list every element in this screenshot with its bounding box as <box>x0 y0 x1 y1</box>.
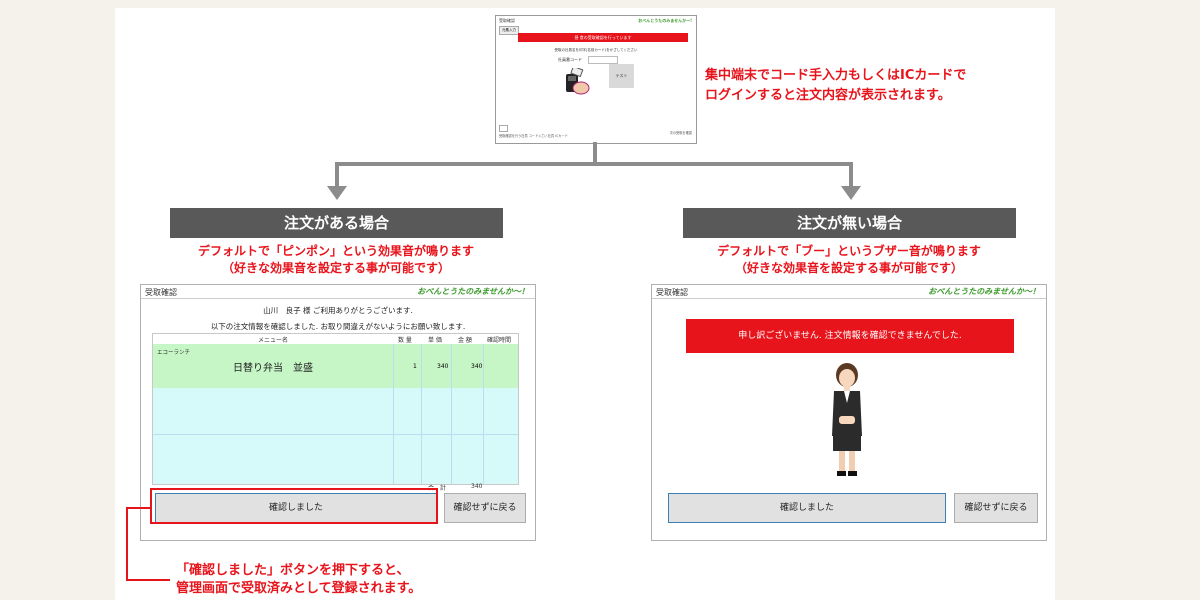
row-name: 日替り弁当 並盛 <box>233 363 313 374</box>
mini-footer-right: 次の受取を確認 <box>669 131 692 135</box>
col-qty: 数 量 <box>398 337 412 344</box>
greeting-line2: 以下の注文情報を確認しました. お取り間違えがないようにお願い致します. <box>210 322 466 331</box>
mini-input-button[interactable]: 元素入力 <box>499 26 519 35</box>
right-desc-line2: （好きな効果音を設定する事が可能です） <box>734 261 963 275</box>
right-window: 受取確認 おべんとうたのみませんか〜！ 申し訳ございません. 注文情報を確認でき… <box>651 284 1047 541</box>
callout-line-v <box>126 507 128 581</box>
top-screenshot: 受取確認 おべんとうたのみませんか〜! 元素入力 昼 食の受取確認を行っています… <box>495 15 697 144</box>
order-table: メニュー名 数 量 単 価 金 額 確認時間 エコーランチ 日替り弁当 並盛 1… <box>152 333 519 485</box>
mini-title: 受取確認 <box>499 18 515 23</box>
confirm-button[interactable]: 確認しました <box>668 493 946 523</box>
table-row[interactable]: エコーランチ 日替り弁当 並盛 1 340 340 <box>153 344 518 388</box>
col-price: 単 価 <box>428 337 442 344</box>
connector-vertical <box>593 142 597 164</box>
mini-code-input[interactable] <box>588 56 618 64</box>
title-divider <box>652 298 1046 299</box>
title-divider <box>141 298 535 299</box>
bottom-annotation-line1: 「確認しました」ボタンを押下すると、 <box>176 563 410 578</box>
arrow-down-left-icon <box>327 186 347 200</box>
callout-line-h2 <box>126 579 170 581</box>
arrow-down-right-icon <box>841 186 861 200</box>
mini-small-button[interactable] <box>499 125 508 132</box>
apologizing-staff-illustration <box>822 361 872 479</box>
connector-left-down <box>335 162 339 188</box>
right-header: 注文が無い場合 <box>683 208 1016 238</box>
top-annotation-line1: 集中端末でコード手入力もしくはICカードで <box>705 68 967 83</box>
col-divider <box>421 344 422 484</box>
window-brand: おべんとうたのみませんか〜！ <box>928 287 1040 296</box>
mini-footer-left: 受取確認を行う社員 コード入力 / 社員 ICカード <box>499 134 568 138</box>
table-header: メニュー名 数 量 単 価 金 額 確認時間 <box>153 334 518 344</box>
right-desc-line1: デフォルトで「ブー」というブザー音が鳴ります <box>717 244 981 258</box>
total-value: 340 <box>471 483 483 490</box>
left-description: デフォルトで「ピンポン」という効果音が鳴ります （好きな効果音を設定する事が可能… <box>150 243 522 277</box>
col-amount: 金 額 <box>458 337 472 344</box>
top-annotation: 集中端末でコード手入力もしくはICカードで ログインすると注文内容が表示されます… <box>705 66 966 106</box>
col-time: 確認時間 <box>487 337 512 344</box>
row-divider <box>153 434 518 435</box>
col-divider <box>393 344 394 484</box>
connector-horizontal <box>335 162 853 166</box>
window-title: 受取確認 <box>656 288 688 297</box>
col-menu: メニュー名 <box>258 337 289 344</box>
highlight-box <box>150 488 438 524</box>
bottom-annotation-line2: 管理画面で受取済みとして登録されます。 <box>176 581 422 596</box>
right-description: デフォルトで「ブー」というブザー音が鳴ります （好きな効果音を設定する事が可能で… <box>663 243 1035 277</box>
callout-line-h1 <box>126 507 150 509</box>
left-desc-line2: （好きな効果音を設定する事が可能です） <box>221 261 450 275</box>
bottom-annotation: 「確認しました」ボタンを押下すると、 管理画面で受取済みとして登録されます。 <box>176 562 421 598</box>
mini-test-button[interactable]: テスト <box>609 64 634 88</box>
card-reader-icon <box>564 65 590 98</box>
window-brand: おべんとうたのみませんか〜！ <box>417 287 529 296</box>
row-qty: 1 <box>413 363 417 370</box>
mini-brand: おべんとうたのみませんか〜! <box>638 18 692 23</box>
row-price: 340 <box>437 363 449 370</box>
back-button[interactable]: 確認せずに戻る <box>444 493 526 523</box>
error-banner: 申し訳ございません. 注文情報を確認できませんでした. <box>686 319 1014 353</box>
greeting-line1: 山川 良子 様 ご利用ありがとうございます. <box>263 306 413 315</box>
mini-code-label: 社員番コード <box>558 57 582 62</box>
col-divider <box>483 344 484 484</box>
connector-right-down <box>849 162 853 188</box>
mini-red-bar: 昼 食の受取確認を行っています <box>518 33 688 42</box>
mini-instruction: 受取の社員名を印字(名前カード)をかざしてください <box>554 48 638 52</box>
row-amount: 340 <box>471 363 483 370</box>
left-header: 注文がある場合 <box>170 208 503 238</box>
left-desc-line1: デフォルトで「ピンポン」という効果音が鳴ります <box>197 244 474 258</box>
window-title: 受取確認 <box>145 288 177 297</box>
back-button[interactable]: 確認せずに戻る <box>954 493 1038 523</box>
row-category: エコーランチ <box>157 350 191 356</box>
col-divider <box>451 344 452 484</box>
top-annotation-line2: ログインすると注文内容が表示されます。 <box>705 88 951 103</box>
